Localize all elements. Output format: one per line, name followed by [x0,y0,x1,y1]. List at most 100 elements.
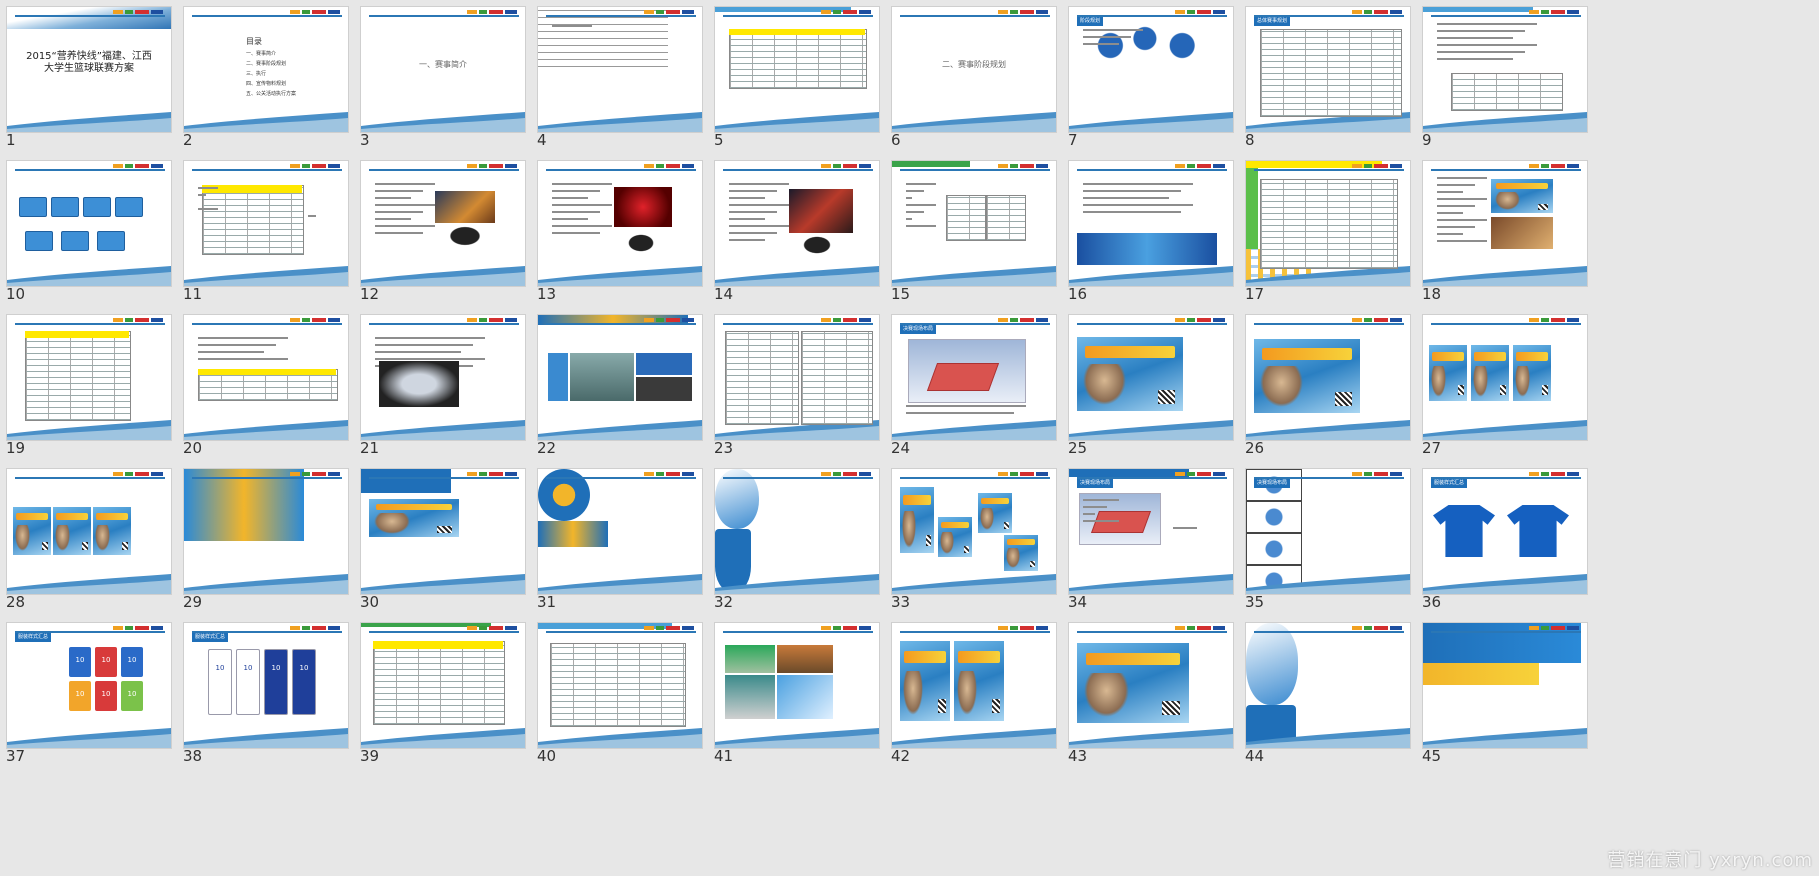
slide-thumbnail-cell[interactable]: 31 [531,462,703,627]
text-line [1437,58,1513,60]
slide-thumbnail[interactable]: 决赛现场布局 [891,314,1057,441]
slide-thumbnail-cell[interactable]: 4 [531,0,703,165]
slide-thumbnail-cell[interactable]: 17 [1239,154,1411,319]
slide-thumbnail-cell[interactable]: 二、赛事阶段规划 6 [885,0,1057,165]
slide-thumbnail[interactable]: 总体赛事规划 [1245,6,1411,133]
slide-thumbnail-cell[interactable]: 43 [1062,616,1234,781]
slide-thumbnail[interactable] [714,160,880,287]
slide-thumbnail[interactable] [183,314,349,441]
slide-thumbnail-cell[interactable]: 决赛现场布局 34 [1062,462,1234,627]
slide-thumbnail-cell[interactable]: 22 [531,308,703,473]
slide-thumbnail-cell[interactable]: 41 [708,616,880,781]
slide-thumbnail-cell[interactable]: 20 [177,308,349,473]
slide-thumbnail-cell[interactable]: 45 [1416,616,1588,781]
slide-thumbnail[interactable] [1422,6,1588,133]
slide-thumbnail-cell[interactable]: 11 [177,154,349,319]
slide-thumbnail-cell[interactable]: 10 [0,154,172,319]
slide-thumbnail[interactable] [537,622,703,749]
slide-thumbnail[interactable]: 服装样式汇总 [1422,468,1588,595]
sponsor-logos [1173,626,1225,632]
slide-thumbnail[interactable] [1422,314,1588,441]
slide-thumbnail[interactable] [360,160,526,287]
slide-thumbnail-cell[interactable]: 33 [885,462,1057,627]
slide-thumbnail[interactable] [537,314,703,441]
slide-thumbnail[interactable] [714,468,880,595]
slide-thumbnail-cell[interactable]: 14 [708,154,880,319]
slide-thumbnail-cell[interactable]: 决赛现场布局 35 [1239,462,1411,627]
slide-thumbnail-cell[interactable]: 总体赛事规划 8 [1239,0,1411,165]
slide-thumbnail[interactable] [891,160,1057,287]
slide-thumbnail-cell[interactable]: 40 [531,616,703,781]
slide-thumbnail-cell[interactable]: 18 [1416,154,1588,319]
slide-thumbnail[interactable]: 决赛现场布局 [1068,468,1234,595]
slide-thumbnail[interactable] [537,160,703,287]
slide-thumbnail[interactable]: 服装样式汇总 10 10 10 10 [183,622,349,749]
slide-thumbnail[interactable] [537,6,703,133]
slide-thumbnail-cell[interactable]: 21 [354,308,526,473]
slide-thumbnail[interactable] [1422,160,1588,287]
slide-thumbnail-cell[interactable]: 42 [885,616,1057,781]
slide-thumbnail-cell[interactable]: 15 [885,154,1057,319]
slide-thumbnail[interactable]: 服装样式汇总 10 10 10 10 10 10 [6,622,172,749]
slide-thumbnail[interactable] [360,622,526,749]
slide-thumbnail-cell[interactable]: 27 [1416,308,1588,473]
slide-thumbnail[interactable] [183,468,349,595]
slide-thumbnail[interactable]: 目录 一、赛事简介 二、赛事阶段规划 三、执行 四、宣传物料规划 五、公关活动执行方案 [183,6,349,133]
slide-thumbnail[interactable]: 一、赛事简介 [360,6,526,133]
slide-thumbnail[interactable]: 阶段规划 [1068,6,1234,133]
text-line [1083,190,1181,192]
slide-thumbnail[interactable] [891,622,1057,749]
table-left [725,331,799,425]
slide-thumbnail-cell[interactable]: 5 [708,0,880,165]
slide-thumbnail-cell[interactable]: 19 [0,308,172,473]
slide-thumbnail[interactable] [6,314,172,441]
slide-thumbnail[interactable] [891,468,1057,595]
footer-wave [1246,420,1410,440]
slide-thumbnail[interactable]: 决赛现场布局 [1245,468,1411,595]
slide-thumbnail-cell[interactable]: 25 [1062,308,1234,473]
sponsor-logos [642,164,694,170]
slide-thumbnail[interactable] [6,160,172,287]
slide-thumbnail[interactable] [1068,160,1234,287]
sponsor-logos [996,626,1048,632]
slide-thumbnail[interactable] [1245,160,1411,287]
slide-thumbnail[interactable]: 二、赛事阶段规划 [891,6,1057,133]
slide-thumbnail[interactable]: 2015“营养快线”福建、江西 大学生篮球联赛方案 [6,6,172,133]
slide-thumbnail-cell[interactable]: 服装样式汇总 36 [1416,462,1588,627]
slide-thumbnail-cell[interactable]: 目录 一、赛事简介 二、赛事阶段规划 三、执行 四、宣传物料规划 五、公关活动执行方案 2 [177,0,349,165]
slide-thumbnail-cell[interactable]: 阶段规划 7 [1062,0,1234,165]
slide-thumbnail[interactable] [1068,622,1234,749]
slide-thumbnail-cell[interactable]: 13 [531,154,703,319]
slide-thumbnail[interactable] [360,314,526,441]
slide-number: 22 [537,439,557,457]
slide-thumbnail-cell[interactable]: 16 [1062,154,1234,319]
slide-thumbnail[interactable] [1068,314,1234,441]
slide-thumbnail-cell[interactable]: 服装样式汇总 10 10 10 10 38 [177,616,349,781]
slide-thumbnail[interactable] [1245,622,1411,749]
slide-thumbnail[interactable] [6,468,172,595]
slide-thumbnail-cell[interactable]: 23 [708,308,880,473]
slide-thumbnail-cell[interactable]: 12 [354,154,526,319]
slide-thumbnail-cell[interactable]: 决赛现场布局 24 [885,308,1057,473]
slide-thumbnail[interactable] [183,160,349,287]
slide-thumbnail-cell[interactable]: 服装样式汇总 10 10 10 10 10 10 37 [0,616,172,781]
slide-thumbnail[interactable] [1245,314,1411,441]
slide-thumbnail[interactable] [537,468,703,595]
slide-thumbnail[interactable] [714,314,880,441]
slide-number: 30 [360,593,380,611]
slide-number: 43 [1068,747,1088,765]
slide-thumbnail[interactable] [360,468,526,595]
slide-thumbnail-cell[interactable]: 44 [1239,616,1411,781]
slide-thumbnail-cell[interactable]: 9 [1416,0,1588,165]
slide-thumbnail[interactable] [714,622,880,749]
slide-thumbnail-cell[interactable]: 39 [354,616,526,781]
slide-thumbnail-cell[interactable]: 26 [1239,308,1411,473]
slide-thumbnail-cell[interactable]: 32 [708,462,880,627]
slide-thumbnail-cell[interactable]: 2015“营养快线”福建、江西 大学生篮球联赛方案 1 [0,0,172,165]
slide-thumbnail[interactable] [714,6,880,133]
slide-thumbnail[interactable] [1422,622,1588,749]
slide-thumbnail-cell[interactable]: 一、赛事简介 3 [354,0,526,165]
slide-thumbnail-cell[interactable]: 30 [354,462,526,627]
slide-thumbnail-cell[interactable]: 28 [0,462,172,627]
slide-thumbnail-cell[interactable]: 29 [177,462,349,627]
